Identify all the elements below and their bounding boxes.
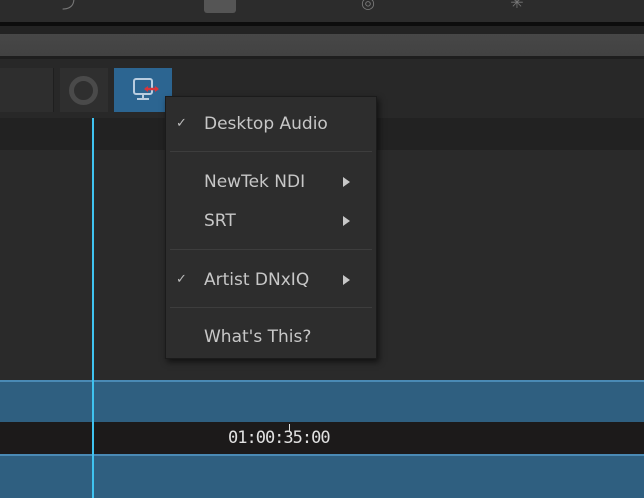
timecode-label: 01:00:35:00 [228, 428, 331, 448]
submenu-arrow-icon [343, 275, 350, 285]
menu-separator [170, 307, 372, 308]
timeline-track[interactable] [0, 380, 644, 422]
toolbar-icon-2[interactable] [204, 0, 236, 13]
record-icon [69, 76, 98, 105]
menu-separator [170, 151, 372, 152]
header-bar [0, 34, 644, 56]
submenu-arrow-icon [343, 216, 350, 226]
check-icon: ✓ [176, 116, 187, 131]
menu-item-desktop-audio[interactable]: ✓ Desktop Audio [166, 109, 376, 139]
playhead[interactable] [92, 118, 94, 498]
submenu-arrow-icon [343, 177, 350, 187]
record-button[interactable] [60, 68, 108, 112]
monitor-output-icon [133, 78, 159, 100]
menu-item-label: Artist DNxIQ [204, 270, 310, 290]
menu-item-artist-dnxiq[interactable]: ✓ Artist DNxIQ [166, 265, 376, 295]
menu-item-label: What's This? [204, 327, 312, 347]
output-button[interactable] [114, 68, 172, 112]
output-context-menu: ✓ Desktop Audio NewTek NDI SRT ✓ Artist … [165, 96, 377, 359]
menu-item-label: Desktop Audio [204, 114, 328, 134]
toolbar-icon-3[interactable]: ◎ [356, 0, 380, 12]
timeline-track[interactable] [0, 454, 644, 498]
menu-item-newtek-ndi[interactable]: NewTek NDI [166, 167, 376, 197]
panel-field [0, 68, 54, 112]
menu-item-srt[interactable]: SRT [166, 206, 376, 236]
menu-item-label: NewTek NDI [204, 172, 306, 192]
divider [0, 26, 644, 34]
check-icon: ✓ [176, 272, 187, 287]
menu-item-whats-this[interactable]: What's This? [166, 322, 376, 352]
menu-item-label: SRT [204, 211, 236, 231]
toolbar-icon-1[interactable]: ⤴ [58, 0, 82, 12]
menu-separator [170, 249, 372, 250]
toolbar-icon-4[interactable]: ✳ [505, 0, 529, 12]
top-toolbar: ⤴ ◎ ✳ [0, 0, 644, 22]
